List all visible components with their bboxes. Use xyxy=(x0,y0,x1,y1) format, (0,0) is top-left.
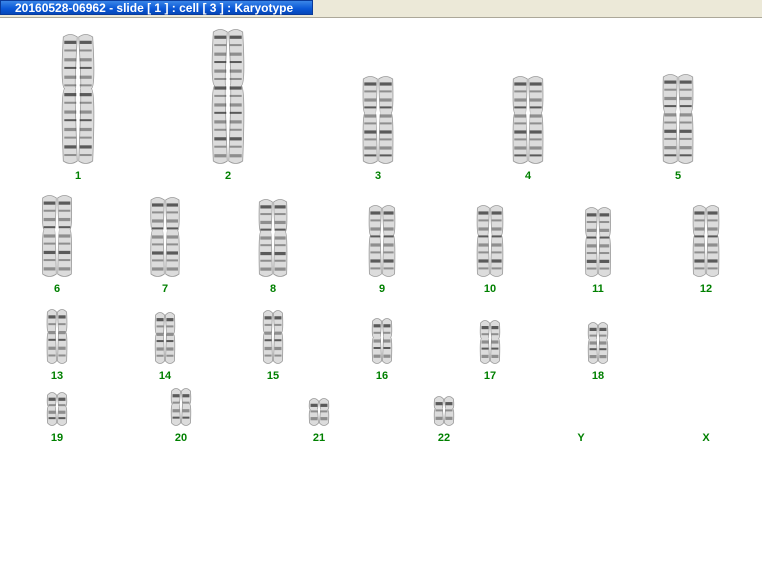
chromosome xyxy=(587,322,609,364)
chromosome-pair-3 xyxy=(362,76,394,164)
chromosome xyxy=(692,205,720,277)
chromosome xyxy=(262,310,284,364)
chromosome xyxy=(362,76,394,164)
pair-label-x: X xyxy=(702,432,710,444)
pair-label-17: 17 xyxy=(483,370,497,382)
chromosome xyxy=(476,205,504,277)
chromosome-pair-14 xyxy=(154,312,176,364)
chromosome-pair-7 xyxy=(150,197,180,277)
chromosome-pair-12 xyxy=(692,205,720,277)
chromosome-pair-21 xyxy=(308,398,330,426)
chromosome-pair-11 xyxy=(585,207,611,277)
pair-label-22: 22 xyxy=(437,432,451,444)
chromosome xyxy=(662,74,694,164)
chromosome xyxy=(61,34,95,164)
chromosome-pair-1 xyxy=(61,34,95,164)
chromosome xyxy=(154,312,176,364)
chromosome-pair-15 xyxy=(262,310,284,364)
chromosome-pair-22 xyxy=(433,396,455,426)
chromosome xyxy=(211,29,245,164)
chromosome-pair-6 xyxy=(41,195,73,277)
chromosome-pair-19 xyxy=(46,392,68,426)
chromosome xyxy=(41,195,73,277)
chromosome xyxy=(371,318,393,364)
pair-label-10: 10 xyxy=(483,283,497,295)
window-titlebar: 20160528-06962 - slide [ 1 ] : cell [ 3 … xyxy=(0,0,762,18)
chromosome xyxy=(258,199,288,277)
chromosome-pair-9 xyxy=(368,205,396,277)
chromosome xyxy=(479,320,501,364)
pair-label-20: 20 xyxy=(174,432,188,444)
pair-label-14: 14 xyxy=(158,370,172,382)
pair-label-y: Y xyxy=(577,432,585,444)
pair-label-13: 13 xyxy=(50,370,64,382)
pair-label-4: 4 xyxy=(524,170,532,182)
chromosome xyxy=(150,197,180,277)
pair-label-21: 21 xyxy=(312,432,326,444)
pair-label-15: 15 xyxy=(266,370,280,382)
pair-label-16: 16 xyxy=(375,370,389,382)
pair-label-18: 18 xyxy=(591,370,605,382)
pair-label-9: 9 xyxy=(378,283,386,295)
pair-label-8: 8 xyxy=(269,283,277,295)
chromosome-pair-4 xyxy=(512,76,544,164)
chromosome-pair-8 xyxy=(258,199,288,277)
pair-label-7: 7 xyxy=(161,283,169,295)
chromosome-pair-18 xyxy=(587,322,609,364)
chromosome xyxy=(512,76,544,164)
chromosome xyxy=(46,392,68,426)
chromosome-pair-10 xyxy=(476,205,504,277)
chromosome xyxy=(368,205,396,277)
pair-label-2: 2 xyxy=(224,170,232,182)
chromosome-pair-5 xyxy=(662,74,694,164)
pair-label-11: 11 xyxy=(592,283,604,295)
pair-label-12: 12 xyxy=(699,283,713,295)
chromosome-pair-20 xyxy=(170,388,192,426)
pair-label-19: 19 xyxy=(50,432,64,444)
chromosome xyxy=(46,309,68,364)
chromosome-pair-13 xyxy=(46,309,68,364)
chromosome xyxy=(170,388,192,426)
pair-label-3: 3 xyxy=(374,170,382,182)
chromosome xyxy=(585,207,611,277)
pair-label-1: 1 xyxy=(74,170,82,182)
chromosome-pair-2 xyxy=(211,29,245,164)
chromosome xyxy=(308,398,330,426)
chromosome xyxy=(433,396,455,426)
pair-label-6: 6 xyxy=(53,283,61,295)
window-title[interactable]: 20160528-06962 - slide [ 1 ] : cell [ 3 … xyxy=(0,0,313,15)
chromosome-pair-17 xyxy=(479,320,501,364)
pair-label-5: 5 xyxy=(674,170,682,182)
chromosome-pair-16 xyxy=(371,318,393,364)
